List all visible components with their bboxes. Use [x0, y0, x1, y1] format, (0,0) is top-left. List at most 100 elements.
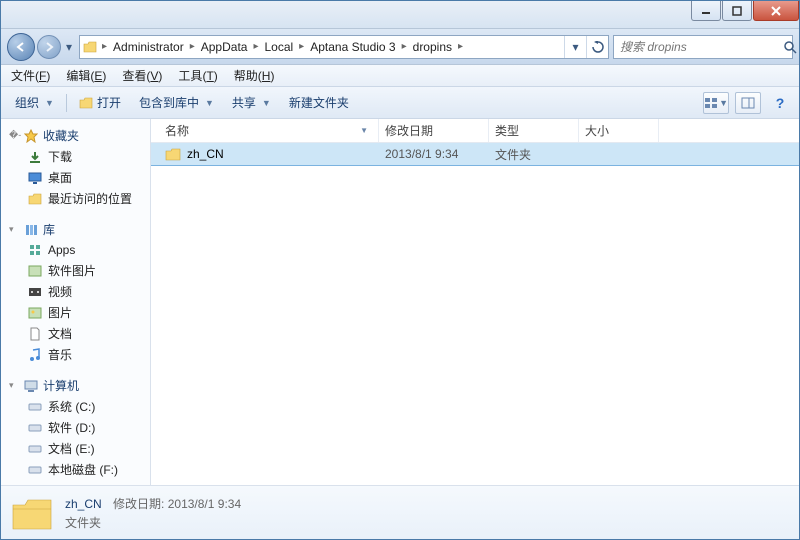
- tree-computer: ▾计算机 系统 (C:) 软件 (D:) 文档 (E:) 本地磁盘 (F:): [5, 375, 150, 480]
- breadcrumb-segment[interactable]: Local: [260, 36, 297, 58]
- tree-item-lib1[interactable]: 软件图片: [5, 260, 150, 281]
- desktop-icon: [27, 170, 43, 186]
- sort-indicator-icon: ▼: [360, 126, 368, 135]
- organize-button[interactable]: 组织▼: [7, 91, 62, 115]
- tree-item-desktop[interactable]: 桌面: [5, 167, 150, 188]
- menu-file[interactable]: 文件(F): [3, 65, 58, 86]
- body: �- 收藏夹 下载 桌面 最近访问的位置 ▾库 Apps 软件图片 视频 图片 …: [1, 119, 799, 485]
- tree-head-computer[interactable]: ▾计算机: [5, 375, 150, 396]
- details-type: 文件夹: [65, 514, 241, 531]
- pictures-icon: [27, 305, 43, 321]
- new-folder-button[interactable]: 新建文件夹: [281, 91, 357, 115]
- cell-name: zh_CN: [159, 146, 379, 162]
- command-bar: 组织▼ 打开 包含到库中▼ 共享▼ 新建文件夹 ▼ ?: [1, 87, 799, 119]
- column-type[interactable]: 类型: [489, 119, 579, 142]
- file-name: zh_CN: [187, 147, 224, 161]
- tree-libraries: ▾库 Apps 软件图片 视频 图片 文档 音乐: [5, 219, 150, 365]
- tree-head-libraries[interactable]: ▾库: [5, 219, 150, 240]
- close-button[interactable]: [753, 1, 799, 21]
- collapse-icon: ▾: [9, 224, 19, 235]
- search-input[interactable]: [614, 40, 783, 54]
- open-button[interactable]: 打开: [71, 91, 129, 115]
- tree-item-drive-e[interactable]: 文档 (E:): [5, 438, 150, 459]
- address-dropdown[interactable]: ▾: [564, 36, 586, 58]
- chevron-right-icon: ▸: [100, 41, 109, 52]
- document-icon: [27, 326, 43, 342]
- music-icon: [27, 347, 43, 363]
- tree-item-recent[interactable]: 最近访问的位置: [5, 188, 150, 209]
- menu-help[interactable]: 帮助(H): [226, 65, 283, 86]
- apps-icon: [27, 242, 43, 258]
- drive-icon: [27, 462, 43, 478]
- back-button[interactable]: [7, 33, 35, 61]
- collapse-icon: ▾: [9, 380, 19, 391]
- chevron-right-icon: ▸: [456, 41, 465, 52]
- menu-edit[interactable]: 编辑(E): [58, 65, 114, 86]
- folder-icon: [80, 41, 100, 53]
- tree-item-drive-d[interactable]: 软件 (D:): [5, 417, 150, 438]
- maximize-button[interactable]: [722, 1, 752, 21]
- column-name[interactable]: 名称▼: [159, 119, 379, 142]
- download-icon: [27, 149, 43, 165]
- column-headers: 名称▼ 修改日期 类型 大小: [151, 119, 799, 143]
- breadcrumb-segment[interactable]: Aptana Studio 3: [306, 36, 399, 58]
- tree-favorites: �- 收藏夹 下载 桌面 最近访问的位置: [5, 125, 150, 209]
- tree-item-drive-c[interactable]: 系统 (C:): [5, 396, 150, 417]
- minimize-button[interactable]: [691, 1, 721, 21]
- search-icon[interactable]: [783, 40, 797, 54]
- address-bar[interactable]: ▸ Administrator▸ AppData▸ Local▸ Aptana …: [79, 35, 609, 59]
- nav-arrows: ▾: [7, 33, 75, 61]
- folder-icon: [165, 146, 181, 162]
- include-in-library-button[interactable]: 包含到库中▼: [131, 91, 222, 115]
- collapse-icon: �-: [9, 130, 19, 141]
- computer-icon: [23, 378, 39, 394]
- table-row[interactable]: zh_CN 2013/8/1 9:34 文件夹: [151, 143, 799, 165]
- menu-tools[interactable]: 工具(T): [170, 65, 225, 86]
- cell-date: 2013/8/1 9:34: [379, 147, 489, 161]
- drive-icon: [27, 420, 43, 436]
- breadcrumb-segment[interactable]: Administrator: [109, 36, 188, 58]
- drive-icon: [27, 399, 43, 415]
- tree-item-downloads[interactable]: 下载: [5, 146, 150, 167]
- view-options-button[interactable]: ▼: [703, 92, 729, 114]
- preview-pane-button[interactable]: [735, 92, 761, 114]
- navigation-bar: ▾ ▸ Administrator▸ AppData▸ Local▸ Aptan…: [1, 29, 799, 65]
- menu-view[interactable]: 查看(V): [114, 65, 170, 86]
- tree-item-documents[interactable]: 文档: [5, 323, 150, 344]
- tree-item-videos[interactable]: 视频: [5, 281, 150, 302]
- chevron-right-icon: ▸: [188, 41, 197, 52]
- chevron-right-icon: ▸: [251, 41, 260, 52]
- title-bar: [1, 1, 799, 29]
- details-meta: zh_CN 修改日期: 2013/8/1 9:34 文件夹: [65, 495, 241, 531]
- window-buttons: [690, 1, 799, 21]
- refresh-button[interactable]: [586, 36, 608, 58]
- tree-item-drive-f[interactable]: 本地磁盘 (F:): [5, 459, 150, 480]
- library-icon: [23, 222, 39, 238]
- details-name: zh_CN: [65, 497, 102, 511]
- tree-item-music[interactable]: 音乐: [5, 344, 150, 365]
- forward-button[interactable]: [37, 35, 61, 59]
- recent-icon: [27, 191, 43, 207]
- chevron-right-icon: ▸: [297, 41, 306, 52]
- column-date[interactable]: 修改日期: [379, 119, 489, 142]
- help-button[interactable]: ?: [767, 92, 793, 114]
- drive-icon: [27, 441, 43, 457]
- breadcrumb-segment[interactable]: AppData: [197, 36, 252, 58]
- folder-icon: [11, 492, 53, 534]
- tree-item-pictures[interactable]: 图片: [5, 302, 150, 323]
- history-dropdown[interactable]: ▾: [63, 37, 75, 57]
- share-button[interactable]: 共享▼: [224, 91, 279, 115]
- tree-item-apps[interactable]: Apps: [5, 240, 150, 260]
- chevron-right-icon: ▸: [400, 41, 409, 52]
- pictures-icon: [27, 263, 43, 279]
- file-list-pane: 名称▼ 修改日期 类型 大小 zh_CN 2013/8/1 9:34 文件夹: [151, 119, 799, 485]
- navigation-pane[interactable]: �- 收藏夹 下载 桌面 最近访问的位置 ▾库 Apps 软件图片 视频 图片 …: [1, 119, 151, 485]
- search-box[interactable]: [613, 35, 793, 59]
- column-size[interactable]: 大小: [579, 119, 659, 142]
- separator: [66, 94, 67, 112]
- tree-head-favorites[interactable]: �- 收藏夹: [5, 125, 150, 146]
- menu-bar: 文件(F) 编辑(E) 查看(V) 工具(T) 帮助(H): [1, 65, 799, 87]
- cell-type: 文件夹: [489, 146, 579, 163]
- breadcrumb-segment[interactable]: dropins: [409, 36, 456, 58]
- file-list[interactable]: zh_CN 2013/8/1 9:34 文件夹: [151, 143, 799, 485]
